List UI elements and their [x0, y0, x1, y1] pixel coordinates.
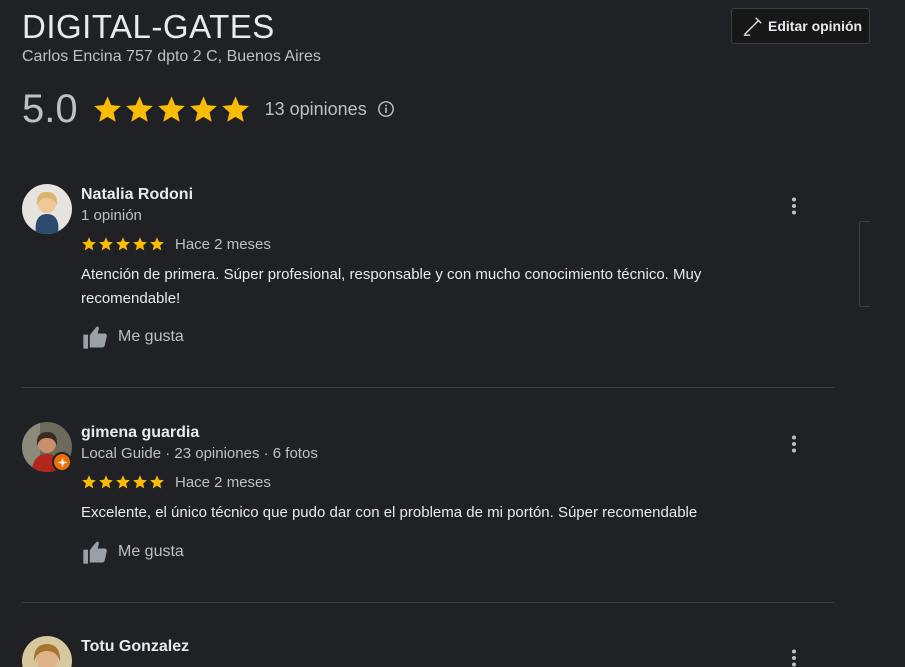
edit-review-label: Editar opinión: [768, 18, 863, 34]
rating-value: 5.0: [22, 86, 78, 131]
scrollbar[interactable]: [859, 221, 870, 307]
reviewer-name[interactable]: gimena guardia: [81, 424, 199, 442]
local-guide-badge: [52, 452, 72, 472]
star-icon: [133, 237, 147, 251]
more-vert-icon: [792, 435, 796, 453]
star-icon: [150, 475, 164, 489]
review-text: Atención de primera. Súper profesional, …: [81, 266, 702, 307]
avatar[interactable]: [22, 184, 72, 234]
review-count[interactable]: 13 opiniones: [265, 99, 367, 120]
more-options-button[interactable]: [784, 646, 804, 667]
more-options-button[interactable]: [784, 194, 804, 218]
more-options-button[interactable]: [784, 432, 804, 456]
pencil-icon: [743, 17, 762, 36]
star-icon: [189, 95, 217, 122]
star-icon: [82, 237, 96, 251]
review-date: Hace 2 meses: [175, 473, 271, 491]
reviewer-meta: Local Guide · 23 opiniones · 6 fotos: [81, 445, 318, 462]
star-icon: [221, 95, 249, 122]
reviews-panel: DIGITAL-GATES Carlos Encina 757 dpto 2 C…: [0, 0, 905, 667]
business-address: Carlos Encina 757 dpto 2 C, Buenos Aires: [22, 48, 321, 65]
business-name: DIGITAL-GATES: [22, 8, 275, 45]
thumbs-up-icon: [83, 541, 107, 564]
like-button[interactable]: Me gusta: [81, 537, 184, 567]
star-icon: [99, 475, 113, 489]
rating-stars: [92, 94, 251, 125]
review-stars: [81, 474, 165, 490]
like-label: Me gusta: [118, 543, 184, 560]
more-vert-icon: [792, 649, 796, 667]
rating-summary: 5.0 13 opiniones: [22, 86, 395, 132]
star-icon: [133, 475, 147, 489]
review-divider: [22, 387, 834, 388]
sparkle-icon: [56, 456, 68, 468]
star-icon: [93, 95, 121, 122]
reviewer-name[interactable]: Natalia Rodoni: [81, 186, 193, 204]
star-icon: [116, 475, 130, 489]
reviewer-meta: 1 opinión: [81, 207, 142, 224]
avatar[interactable]: [22, 636, 72, 667]
more-vert-icon: [792, 197, 796, 215]
review-divider: [22, 602, 834, 603]
star-icon: [157, 95, 185, 122]
like-button[interactable]: Me gusta: [81, 322, 184, 352]
edit-review-button[interactable]: Editar opinión: [731, 8, 870, 44]
thumbs-up-icon: [83, 326, 107, 349]
star-icon: [82, 475, 96, 489]
star-icon: [99, 237, 113, 251]
reviewer-name[interactable]: Totu Gonzalez: [81, 638, 189, 656]
review-date: Hace 2 meses: [175, 235, 271, 253]
review-rating: Hace 2 meses: [81, 234, 271, 254]
review-stars: [81, 236, 165, 252]
info-icon[interactable]: [377, 100, 395, 118]
star-icon: [150, 237, 164, 251]
star-icon: [125, 95, 153, 122]
review-text: Excelente, el único técnico que pudo dar…: [81, 504, 698, 521]
like-label: Me gusta: [118, 328, 184, 345]
review-rating: Hace 2 meses: [81, 472, 271, 492]
star-icon: [116, 237, 130, 251]
